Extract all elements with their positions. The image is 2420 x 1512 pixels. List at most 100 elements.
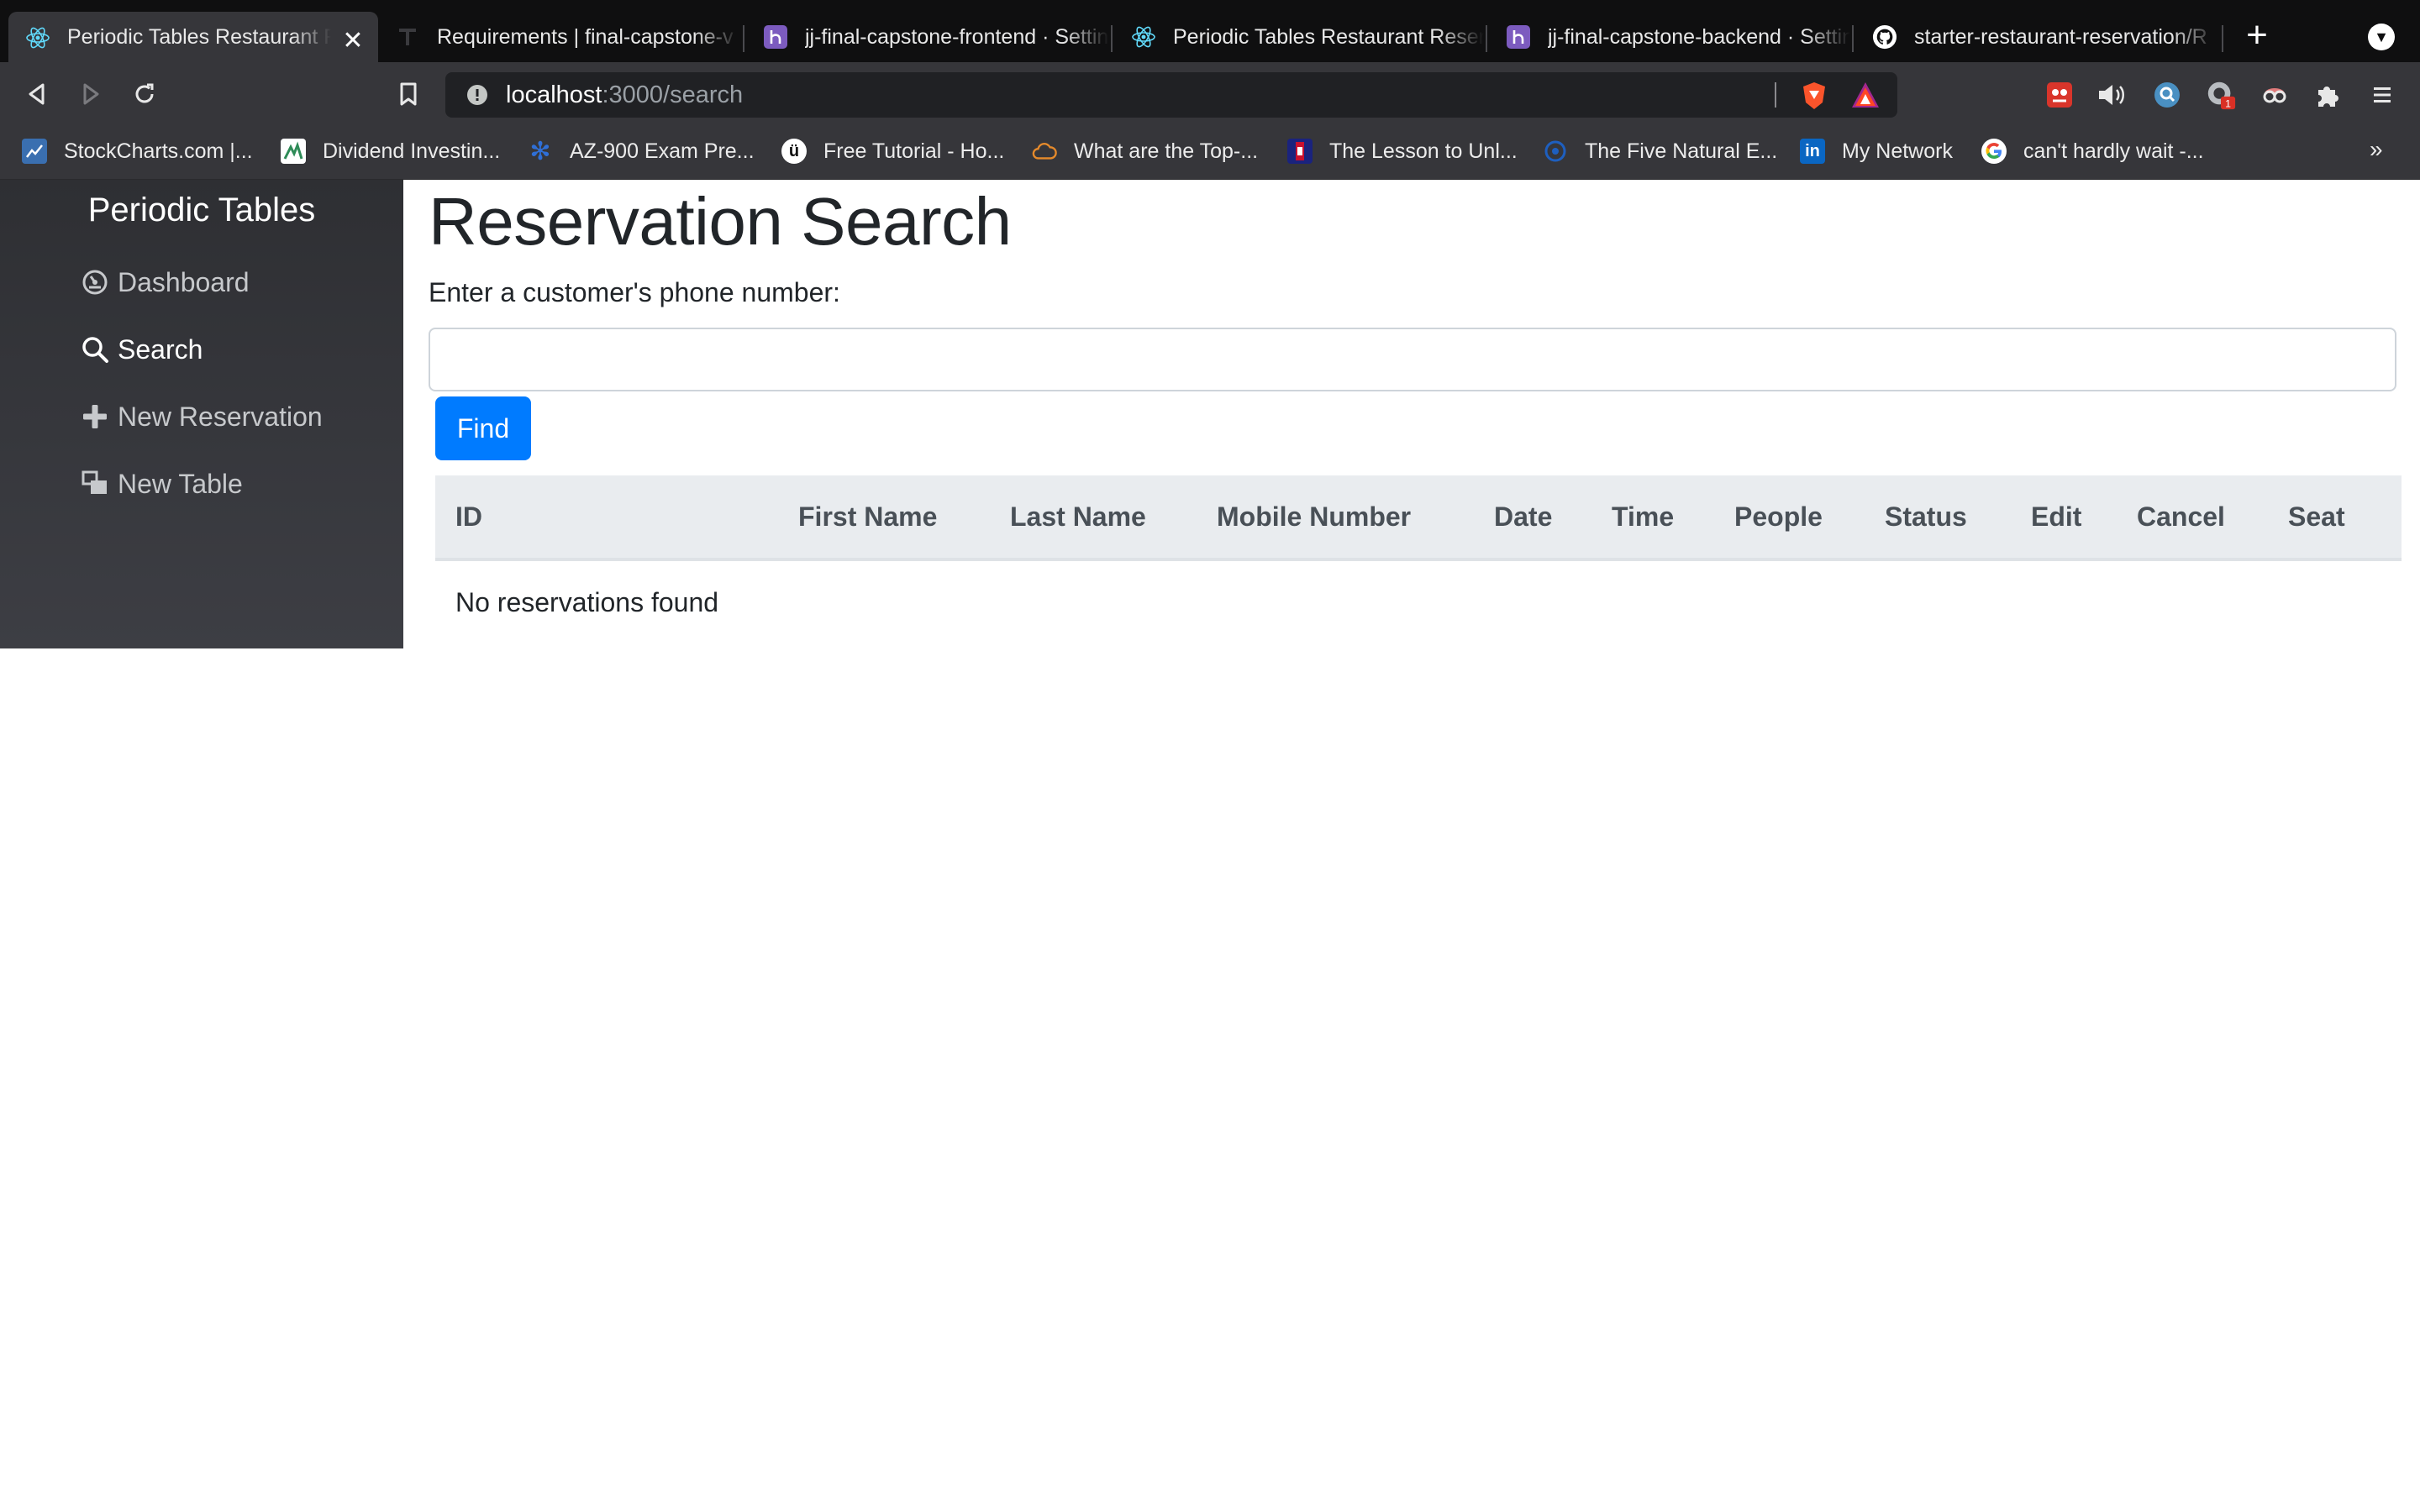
snowflake-icon: ✻ (529, 137, 551, 165)
forward-button[interactable] (74, 77, 108, 111)
tab-periodic-tables[interactable]: Periodic Tables Restaurant Reservation (1114, 12, 1484, 62)
tab-divider (743, 25, 744, 52)
brave-shields-icon[interactable] (1800, 81, 1828, 115)
dividend-icon (281, 139, 306, 164)
tab-title: starter-restaurant-reservation/R (1914, 24, 2207, 49)
nav-label: Dashboard (118, 266, 250, 297)
tab-title: Requirements | final-capstone-v (437, 24, 734, 49)
heroku-icon (763, 24, 788, 50)
find-button[interactable]: Find (435, 396, 531, 460)
bookmark-stockcharts[interactable]: StockCharts.com |... (22, 134, 253, 168)
extension-red-icon[interactable] (2044, 79, 2075, 111)
tab-title: jj-final-capstone-frontend · Settings (805, 24, 1109, 49)
url-text: localhost:3000/search (506, 81, 744, 108)
empty-row: No reservations found (435, 559, 2402, 643)
column-header-people: People (1734, 475, 1885, 561)
tab-frontend-settings[interactable]: jj-final-capstone-frontend · Settings (746, 12, 1109, 62)
new-tab-button[interactable]: + (2238, 17, 2275, 55)
column-header-time: Time (1612, 475, 1734, 561)
page-title: Reservation Search (429, 184, 1012, 259)
column-header-last-name: Last Name (1010, 475, 1217, 561)
back-button[interactable] (20, 77, 54, 111)
tab-title: Periodic Tables Restaurant Reservation (1173, 24, 1484, 49)
linkedin-icon: in (1800, 139, 1825, 164)
nav-item-new-reservation[interactable]: New Reservation (81, 396, 323, 438)
speaker-icon[interactable] (2096, 79, 2128, 111)
column-header-seat: Seat (2288, 475, 2402, 561)
more-bookmarks-button[interactable]: » (2370, 136, 2383, 163)
extensions-puzzle-icon[interactable] (2312, 79, 2344, 111)
bookmark-my-network[interactable]: in My Network (1800, 134, 1953, 168)
tab-title: Periodic Tables Restaurant Reservation S… (67, 25, 331, 49)
heroku-icon (1506, 24, 1531, 50)
bookmark-five-natural[interactable]: The Five Natural E... (1543, 134, 1777, 168)
extension-goggles-icon[interactable] (2259, 79, 2291, 111)
nav-item-new-table[interactable]: New Table (81, 463, 243, 505)
no-reservations-message: No reservations found (455, 586, 719, 617)
tab-divider (1486, 25, 1487, 52)
udemy-icon: ü (781, 139, 807, 164)
bookmark-label: The Five Natural E... (1585, 139, 1778, 163)
close-tab-icon[interactable]: ✕ (338, 25, 368, 55)
brave-rewards-icon[interactable] (1850, 81, 1881, 113)
nav-item-dashboard[interactable]: Dashboard (81, 261, 250, 303)
tab-backend-settings[interactable]: jj-final-capstone-backend · Settings (1489, 12, 1850, 62)
bookmark-label: The Lesson to Unl... (1329, 139, 1518, 163)
nav-label: New Reservation (118, 401, 323, 432)
address-bar-divider (1775, 82, 1776, 108)
tab-github-starter[interactable]: starter-restaurant-reservation/R (1855, 12, 2217, 62)
tab-search-dropdown-icon[interactable]: ▼ (2368, 24, 2395, 50)
react-icon (1131, 24, 1156, 50)
tab-title: jj-final-capstone-backend · Settings (1548, 24, 1850, 49)
bookmark-lesson[interactable]: The Lesson to Unl... (1287, 134, 1518, 168)
site-info-icon[interactable] (466, 83, 489, 107)
bookmark-label: What are the Top-... (1074, 139, 1259, 163)
column-header-date: Date (1494, 475, 1612, 561)
nav-label: New Table (118, 468, 243, 499)
thinkful-icon (395, 24, 420, 50)
nav-item-search[interactable]: Search (81, 328, 203, 370)
column-header-edit: Edit (2031, 475, 2137, 561)
tab-divider (1852, 25, 1854, 52)
bookmark-label: StockCharts.com |... (64, 139, 253, 163)
bookmark-label: Free Tutorial - Ho... (823, 139, 1005, 163)
address-bar[interactable]: localhost:3000/search (445, 72, 1897, 118)
reservations-table: ID First Name Last Name Mobile Number Da… (435, 475, 2402, 643)
nav-label: Search (118, 333, 203, 365)
stockcharts-icon (22, 139, 47, 164)
github-icon (1872, 24, 1897, 50)
column-header-id: ID (435, 475, 798, 561)
lesson-icon (1287, 139, 1313, 164)
bookmark-label: can't hardly wait -... (2023, 139, 2204, 163)
app-brand[interactable]: Periodic Tables (0, 192, 403, 229)
bookmark-free-tutorial[interactable]: ü Free Tutorial - Ho... (781, 134, 1004, 168)
reload-button[interactable] (128, 77, 161, 111)
bookmark-dividend-investing[interactable]: Dividend Investin... (281, 134, 500, 168)
table-body: No reservations found (435, 559, 2402, 643)
extension-badge-icon[interactable]: 1 (2205, 79, 2237, 111)
bookmark-cant-hardly-wait[interactable]: can't hardly wait -... (1981, 134, 2204, 168)
bookmark-az900[interactable]: ✻ AZ-900 Exam Pre... (528, 134, 755, 168)
search-icon (81, 335, 109, 364)
phone-number-input[interactable] (429, 328, 2396, 391)
cloud-icon (1032, 139, 1057, 164)
table-icon (81, 470, 109, 498)
column-header-status: Status (1885, 475, 2031, 561)
phone-number-label: Enter a customer's phone number: (429, 277, 840, 307)
extension-blue-search-icon[interactable] (2151, 79, 2183, 111)
bookmark-label: Dividend Investin... (323, 139, 501, 163)
tab-requirements[interactable]: Requirements | final-capstone-v (378, 12, 739, 62)
react-icon (25, 25, 50, 50)
svg-text:1: 1 (2225, 97, 2231, 109)
tab-divider (2222, 25, 2223, 52)
tab-divider (1111, 25, 1113, 52)
bookmark-page-icon[interactable] (392, 77, 425, 111)
plus-icon (81, 402, 109, 431)
google-icon (1981, 139, 2007, 164)
table-header: ID First Name Last Name Mobile Number Da… (435, 475, 2402, 561)
bookmark-label: AZ-900 Exam Pre... (570, 139, 755, 163)
bookmark-top-things[interactable]: What are the Top-... (1032, 134, 1258, 168)
table-header-row: ID First Name Last Name Mobile Number Da… (435, 475, 2402, 561)
dashboard-icon (81, 268, 109, 297)
browser-menu-icon[interactable] (2366, 79, 2398, 111)
